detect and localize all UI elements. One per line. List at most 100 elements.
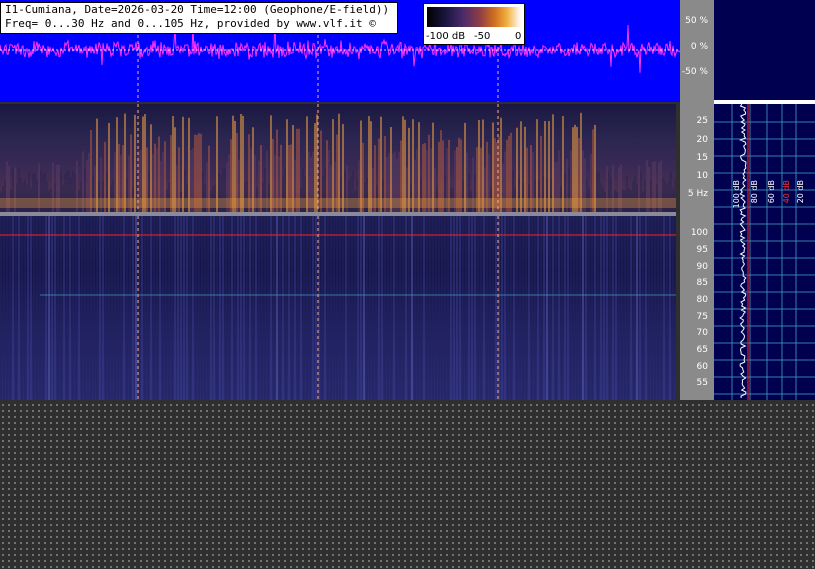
spectro-low-column bbox=[240, 113, 242, 212]
spectro-high-column bbox=[42, 216, 44, 400]
spectro-high-column bbox=[363, 216, 365, 400]
spectro-high-column bbox=[495, 216, 497, 400]
spectro-high-column bbox=[558, 216, 560, 400]
spectro-high-column bbox=[543, 216, 545, 400]
spectro-high-column bbox=[603, 216, 605, 400]
level-label-100: 100 dB bbox=[732, 180, 741, 209]
spectro-high-column bbox=[561, 216, 563, 400]
spectro-high-column bbox=[417, 216, 419, 400]
spectro-high-column bbox=[477, 216, 479, 400]
spectro-high-column bbox=[81, 216, 83, 400]
spectro-high-column bbox=[480, 216, 482, 400]
spectro-high-column bbox=[570, 216, 572, 400]
high-freq-tick-90: 90 bbox=[696, 262, 708, 272]
spectro-high-column bbox=[195, 216, 197, 400]
spectro-high-column bbox=[438, 216, 440, 400]
amp-tick-minus50: -50 % bbox=[681, 67, 708, 77]
spectro-high-column bbox=[357, 216, 359, 400]
spectro-high-column bbox=[636, 216, 638, 400]
spectro-high-column bbox=[375, 216, 377, 400]
spectro-high-column bbox=[288, 216, 290, 400]
spectro-high-column bbox=[624, 216, 626, 400]
spectro-low-column bbox=[182, 116, 184, 212]
spectro-high-column bbox=[45, 216, 47, 400]
spectro-high-column bbox=[306, 216, 308, 400]
spectro-high-column bbox=[354, 216, 356, 400]
spectro-high-column bbox=[120, 216, 122, 400]
spectro-high-column bbox=[579, 216, 581, 400]
spectro-high-column bbox=[252, 216, 254, 400]
spectro-high-column bbox=[675, 216, 676, 400]
spectro-low-column bbox=[134, 114, 136, 212]
scale-label-min: -100 dB bbox=[426, 31, 466, 42]
spectro-high-column bbox=[108, 216, 110, 400]
spectro-high-column bbox=[126, 216, 128, 400]
spectro-low-column bbox=[380, 116, 382, 212]
spectro-high-column bbox=[51, 216, 53, 400]
spectro-high-column bbox=[180, 216, 182, 400]
empty-area bbox=[0, 400, 815, 569]
spectro-high-column bbox=[201, 216, 203, 400]
spectro-high-column bbox=[615, 216, 617, 400]
spectro-high-column bbox=[393, 216, 395, 400]
spectro-high-column bbox=[471, 216, 473, 400]
spectro-high-column bbox=[447, 216, 449, 400]
spectro-high-column bbox=[207, 216, 209, 400]
spectro-high-column bbox=[21, 216, 23, 400]
spectro-high-column bbox=[198, 216, 200, 400]
amp-tick-50: 50 % bbox=[685, 16, 708, 26]
spectro-high-column bbox=[69, 216, 71, 400]
spectro-high-column bbox=[585, 216, 587, 400]
spectro-high-column bbox=[657, 216, 659, 400]
spectro-high-column bbox=[15, 216, 17, 400]
spectro-high-column bbox=[72, 216, 74, 400]
spectro-low-column bbox=[552, 114, 554, 212]
spectro-high-column bbox=[555, 216, 557, 400]
spectro-high-column bbox=[285, 216, 287, 400]
spectro-high-column bbox=[243, 216, 245, 400]
spectro-high-column bbox=[60, 216, 62, 400]
spectro-high-column bbox=[213, 216, 215, 400]
spectro-low-column bbox=[270, 115, 272, 212]
spectro-high-column bbox=[642, 216, 644, 400]
spectro-high-column bbox=[591, 216, 593, 400]
spectro-high-column bbox=[159, 216, 161, 400]
spectro-high-column bbox=[0, 216, 2, 400]
spectro-high-column bbox=[240, 216, 242, 400]
spectro-high-column bbox=[303, 216, 305, 400]
spectro-high-column bbox=[153, 216, 155, 400]
spectro-high-column bbox=[483, 216, 485, 400]
color-scale-legend: -100 dB -50 0 bbox=[423, 3, 525, 45]
spectro-high-column bbox=[597, 216, 599, 400]
spectro-high-column bbox=[408, 216, 410, 400]
spectro-high-column bbox=[270, 216, 272, 400]
spectro-high-column bbox=[324, 216, 326, 400]
spectro-high-column bbox=[489, 216, 491, 400]
spectro-high-column bbox=[267, 216, 269, 400]
scale-label-mid: -50 bbox=[474, 31, 491, 42]
spectro-high-column bbox=[423, 216, 425, 400]
spectro-high-column bbox=[453, 216, 455, 400]
high-freq-tick-85: 85 bbox=[696, 278, 708, 288]
axis-strip: 50 % 0 % -50 % 25 20 15 10 5 Hz 100 95 9… bbox=[680, 0, 714, 400]
waveform-panel: I1-Cumiana, Date=2026-03-20 Time=12:00 (… bbox=[0, 0, 680, 102]
spectro-high-column bbox=[405, 216, 407, 400]
spectro-high-column bbox=[219, 216, 221, 400]
spectro-high-column bbox=[36, 216, 38, 400]
spectro-high-column bbox=[486, 216, 488, 400]
spectro-high-column bbox=[171, 216, 173, 400]
spectro-low-column bbox=[124, 113, 126, 212]
spectro-high-column bbox=[654, 216, 656, 400]
spectro-low-column bbox=[306, 116, 308, 212]
spectro-high-column bbox=[582, 216, 584, 400]
spectro-high-column bbox=[282, 216, 284, 400]
spectro-high-column bbox=[273, 216, 275, 400]
spectro-high-column bbox=[186, 216, 188, 400]
low-freq-tick-15: 15 bbox=[696, 153, 708, 163]
spectro-high-column bbox=[573, 216, 575, 400]
spectro-low-column bbox=[142, 116, 144, 212]
spectro-high-column bbox=[132, 216, 134, 400]
spectro-high-column bbox=[78, 216, 80, 400]
spectro-high-column bbox=[606, 216, 608, 400]
spectro-low-column bbox=[338, 113, 340, 212]
